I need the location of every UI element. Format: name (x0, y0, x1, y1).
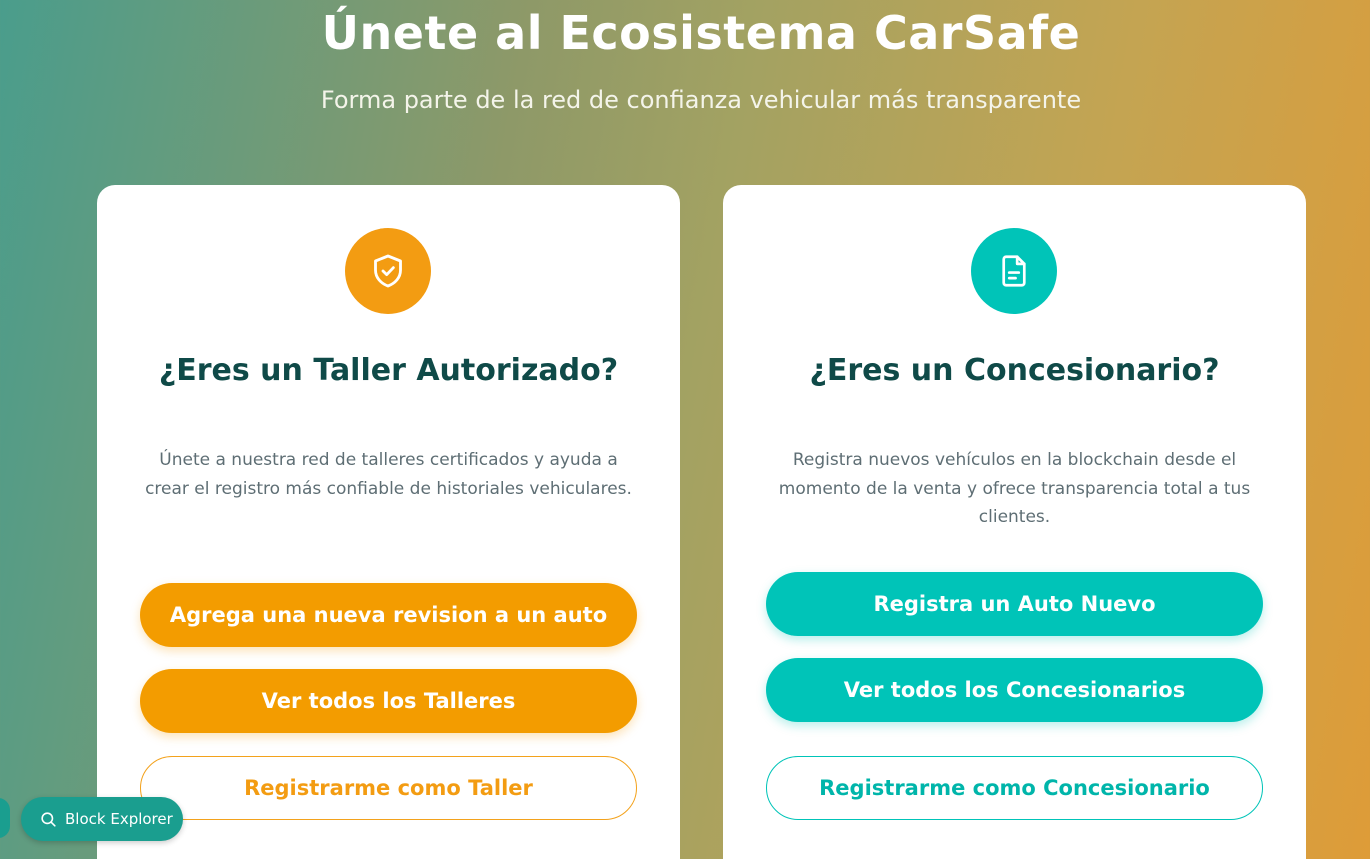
view-workshops-button[interactable]: Ver todos los Talleres (140, 669, 637, 733)
hero-title: Únete al Ecosistema CarSafe (321, 6, 1081, 60)
block-explorer-button[interactable]: Block Explorer (21, 797, 183, 841)
dealer-card-title: ¿Eres un Concesionario? (809, 353, 1220, 388)
workshop-card: ¿Eres un Taller Autorizado? Únete a nues… (97, 185, 680, 859)
side-tab-button[interactable] (0, 798, 10, 838)
register-new-car-button[interactable]: Registra un Auto Nuevo (766, 572, 1263, 636)
view-dealers-button[interactable]: Ver todos los Concesionarios (766, 658, 1263, 722)
document-icon (971, 228, 1057, 314)
shield-check-icon (345, 228, 431, 314)
register-dealer-button[interactable]: Registrarme como Concesionario (766, 756, 1263, 820)
dealer-card: ¿Eres un Concesionario? Registra nuevos … (723, 185, 1306, 859)
workshop-card-title: ¿Eres un Taller Autorizado? (158, 353, 619, 388)
block-explorer-label: Block Explorer (65, 810, 173, 828)
register-workshop-button[interactable]: Registrarme como Taller (140, 756, 637, 820)
hero-subtitle: Forma parte de la red de confianza vehic… (320, 86, 1082, 114)
search-icon (39, 810, 58, 829)
workshop-card-description: Únete a nuestra red de talleres certific… (145, 450, 632, 499)
add-revision-button[interactable]: Agrega una nueva revision a un auto (140, 583, 637, 647)
dealer-card-description: Registra nuevos vehículos en la blockcha… (778, 450, 1251, 527)
